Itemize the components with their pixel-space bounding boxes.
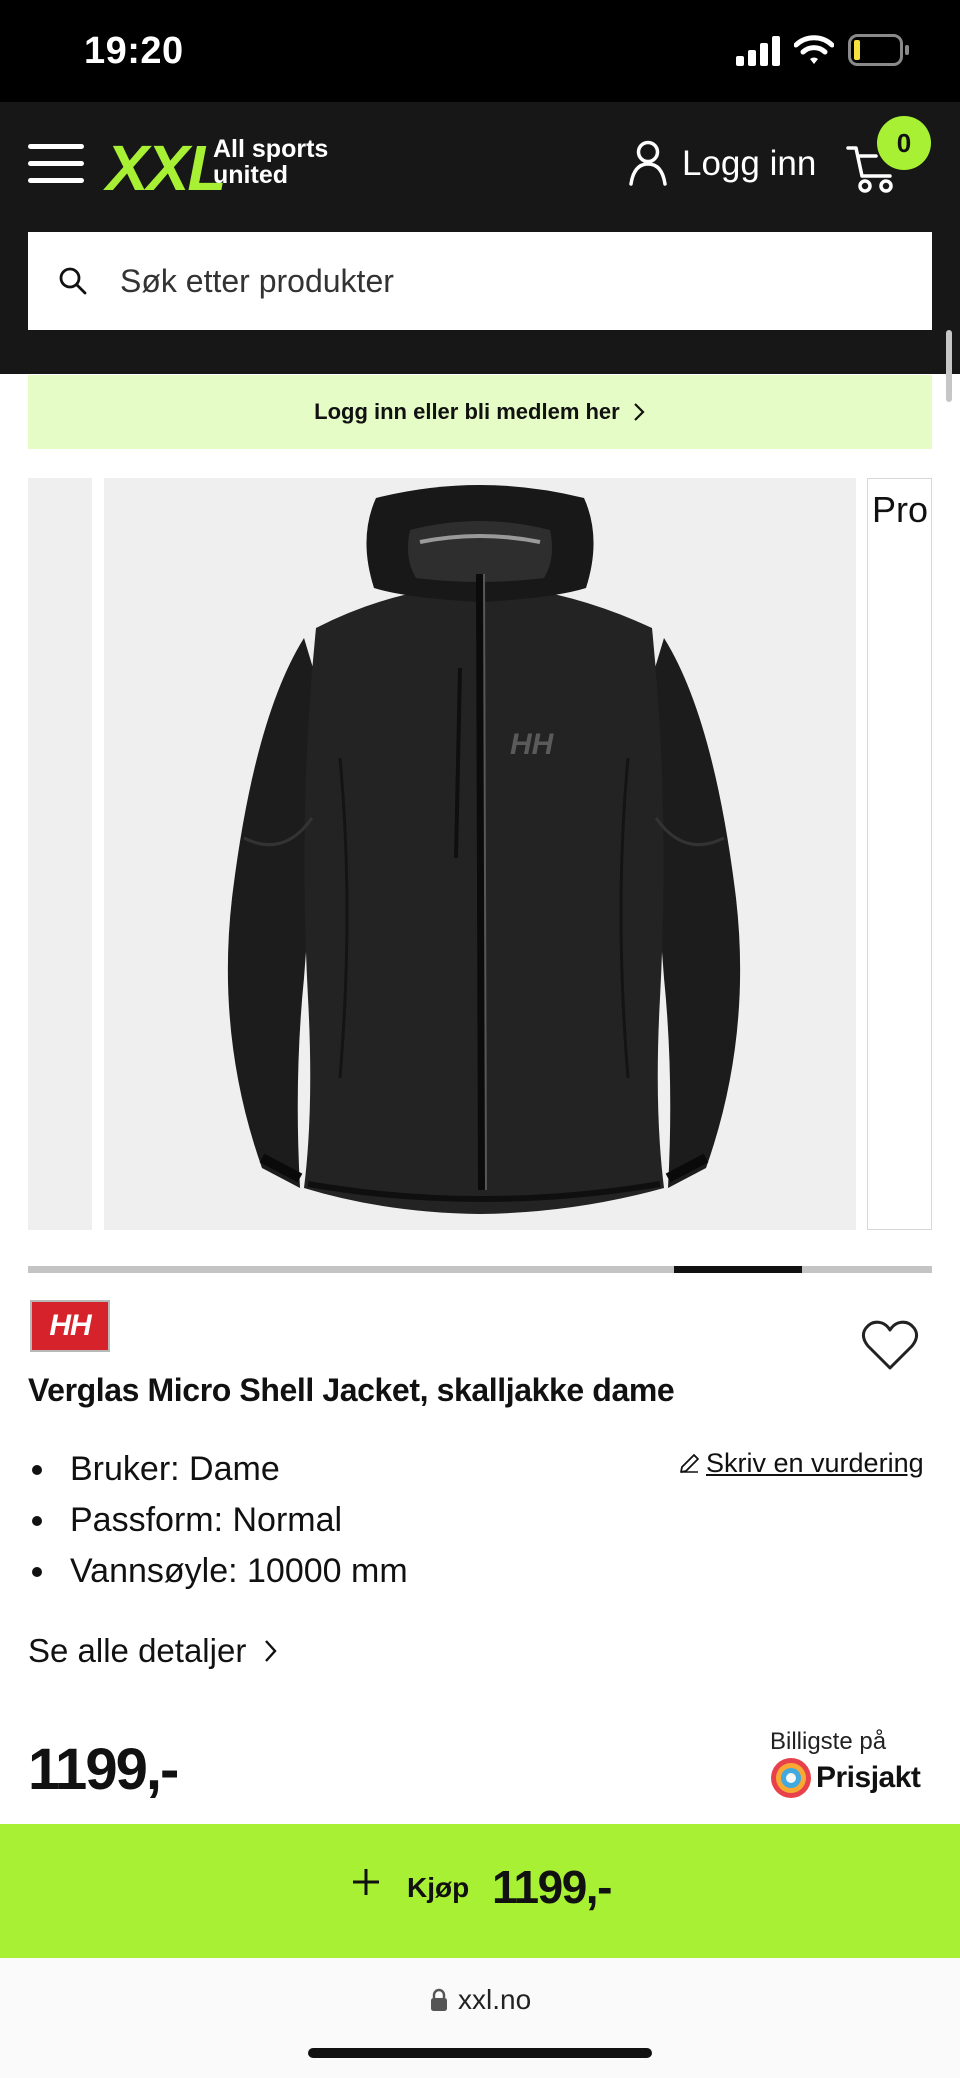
gallery-next-slide-label: Pro <box>872 489 929 530</box>
gallery-next-slide[interactable]: Pro <box>867 478 932 1230</box>
spec-item: Bruker: Dame <box>28 1446 408 1497</box>
status-bar: 19:20 <box>0 0 960 102</box>
buy-button[interactable]: Kjøp 1199,- <box>0 1824 960 1958</box>
user-icon[interactable] <box>628 140 668 186</box>
gallery-progress-indicator <box>674 1266 802 1273</box>
chevron-right-icon <box>265 1640 278 1662</box>
wifi-icon <box>794 35 834 64</box>
write-review-label: Skriv en vurdering <box>706 1448 924 1478</box>
prisjakt-caption: Billigste på <box>770 1728 887 1755</box>
spec-item: Passform: Normal <box>28 1497 408 1548</box>
search-bar[interactable] <box>28 232 932 330</box>
chevron-right-icon <box>634 403 645 421</box>
product-title: Verglas Micro Shell Jacket, skalljakke d… <box>28 1372 675 1408</box>
buy-button-label: Kjøp <box>407 1872 470 1903</box>
spec-item: Vannsøyle: 10000 mm <box>28 1548 408 1599</box>
heart-icon[interactable] <box>860 1318 920 1374</box>
logo-tagline-line2: united <box>213 161 288 189</box>
member-banner-label: Logg inn eller bli medlem her <box>314 399 620 424</box>
pencil-icon <box>680 1454 699 1473</box>
search-input[interactable] <box>120 232 900 330</box>
browser-address-bar[interactable]: xxl.no <box>0 1958 960 2078</box>
product-image[interactable]: HH <box>104 478 856 1230</box>
member-banner[interactable]: Logg inn eller bli medlem her <box>28 375 932 449</box>
jacket-image: HH <box>227 485 741 1214</box>
logo-tagline: All sports united <box>213 136 328 188</box>
status-time: 19:20 <box>84 30 184 72</box>
write-review-link[interactable]: Skriv en vurdering <box>678 1448 924 1479</box>
gallery-previous-slide[interactable] <box>28 478 92 1230</box>
site-logo[interactable]: XXL <box>106 136 226 200</box>
cellular-signal-icon <box>736 36 780 66</box>
browser-url[interactable]: xxl.no <box>458 1984 531 2016</box>
see-all-details-label: Se alle detaljer <box>28 1632 247 1669</box>
site-header: XXL All sports united Logg inn 0 <box>0 102 960 374</box>
plus-icon <box>353 1869 379 1895</box>
home-indicator[interactable] <box>308 2048 652 2058</box>
cart-count-badge[interactable]: 0 <box>877 116 931 170</box>
logo-tagline-line1: All sports <box>213 135 329 163</box>
jacket-brand-mark: HH <box>510 728 555 761</box>
buy-button-price: 1199,- <box>492 1861 612 1913</box>
search-icon <box>59 267 87 295</box>
product-spec-list: Bruker: Dame Passform: Normal Vannsøyle:… <box>28 1446 408 1599</box>
lock-icon <box>431 1988 447 2011</box>
brand-logo[interactable]: HH <box>30 1300 110 1352</box>
product-price: 1199,- <box>28 1737 179 1802</box>
prisjakt-logo-icon <box>771 1758 811 1798</box>
login-link[interactable]: Logg inn <box>682 144 816 184</box>
see-all-details-link[interactable]: Se alle detaljer <box>28 1632 279 1670</box>
page-scrollbar[interactable] <box>946 330 952 402</box>
prisjakt-name: Prisjakt <box>816 1761 921 1794</box>
battery-icon <box>848 34 909 66</box>
hamburger-menu-icon[interactable] <box>28 144 84 184</box>
